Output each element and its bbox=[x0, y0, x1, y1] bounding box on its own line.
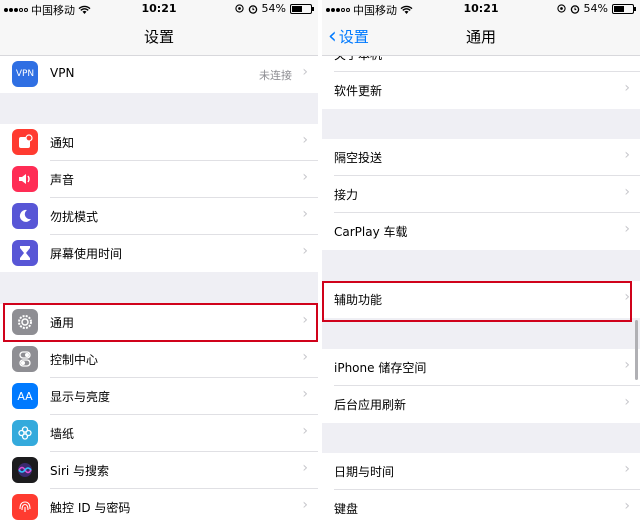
vpn-icon: VPN bbox=[12, 61, 38, 87]
chevron-right-icon: › bbox=[624, 221, 630, 237]
page-title: 设置 bbox=[143, 28, 174, 46]
settings-row-iphone-storage[interactable]: iPhone 储存空间 › bbox=[322, 349, 640, 386]
alarm-icon bbox=[570, 4, 579, 14]
chevron-right-icon: › bbox=[302, 349, 308, 365]
chevron-right-icon: › bbox=[302, 312, 308, 328]
settings-row-airdrop[interactable]: 隔空投送 › bbox=[322, 139, 640, 176]
chevron-right-icon: › bbox=[302, 132, 308, 148]
sound-icon bbox=[12, 166, 38, 192]
chevron-left-icon: ‹ bbox=[328, 23, 337, 49]
flower-icon bbox=[12, 420, 38, 446]
status-right: 54% bbox=[556, 2, 636, 15]
location-icon bbox=[556, 4, 566, 13]
settings-row-accessibility[interactable]: 辅助功能 › bbox=[322, 281, 640, 318]
settings-row-software-update[interactable]: 软件更新 › bbox=[322, 72, 640, 109]
settings-row-display[interactable]: AA 显示与亮度 › bbox=[0, 378, 318, 415]
nav-bar: 通用 ‹ 设置 bbox=[322, 18, 640, 56]
row-label: 后台应用刷新 bbox=[334, 398, 407, 412]
chevron-right-icon: › bbox=[624, 184, 630, 200]
siri-icon bbox=[12, 457, 38, 483]
status-bar: 中国移动 10:21 54% bbox=[322, 0, 640, 18]
gear-icon bbox=[12, 309, 38, 335]
chevron-right-icon: › bbox=[624, 80, 630, 96]
row-label: 接力 bbox=[334, 188, 359, 202]
back-button[interactable]: ‹ 设置 bbox=[328, 23, 369, 49]
settings-row-do-not-disturb[interactable]: 勿扰模式 › bbox=[0, 198, 318, 235]
scroll-indicator[interactable] bbox=[635, 320, 638, 380]
settings-row-vpn[interactable]: VPN VPN 未连接 › bbox=[0, 56, 318, 93]
row-label: VPN bbox=[50, 66, 75, 80]
battery-fill bbox=[292, 5, 302, 12]
settings-row-date-time[interactable]: 日期与时间 › bbox=[322, 453, 640, 490]
notifications-icon bbox=[12, 129, 38, 155]
status-right: 54% bbox=[234, 2, 314, 15]
chevron-right-icon: › bbox=[302, 243, 308, 259]
chevron-right-icon: › bbox=[302, 460, 308, 476]
settings-row-screen-time[interactable]: 屏幕使用时间 › bbox=[0, 235, 318, 272]
vpn-status-value: 未连接 bbox=[259, 69, 292, 82]
location-icon bbox=[234, 4, 244, 13]
settings-row-general[interactable]: 通用 › bbox=[0, 304, 318, 341]
settings-row-control-center[interactable]: 控制中心 › bbox=[0, 341, 318, 378]
status-bar: 中国移动 10:21 54% bbox=[0, 0, 318, 18]
nav-bar: 设置 bbox=[0, 18, 318, 56]
row-label: 通知 bbox=[50, 136, 75, 150]
settings-row-background-refresh[interactable]: 后台应用刷新 › bbox=[322, 386, 640, 423]
settings-row-handoff[interactable]: 接力 › bbox=[322, 176, 640, 213]
back-label: 设置 bbox=[338, 28, 369, 46]
alarm-icon bbox=[248, 4, 257, 14]
row-label: 显示与亮度 bbox=[50, 390, 111, 404]
settings-row-siri[interactable]: Siri 与搜索 › bbox=[0, 452, 318, 489]
page-title: 通用 bbox=[465, 28, 496, 46]
row-label: CarPlay 车载 bbox=[334, 225, 408, 239]
chevron-right-icon: › bbox=[302, 497, 308, 513]
battery-percent: 54% bbox=[261, 2, 286, 15]
row-label: 辅助功能 bbox=[334, 293, 383, 307]
fingerprint-icon bbox=[12, 494, 38, 520]
chevron-right-icon: › bbox=[624, 357, 630, 373]
toggles-icon bbox=[12, 346, 38, 372]
chevron-right-icon: › bbox=[302, 206, 308, 222]
settings-row-carplay[interactable]: CarPlay 车载 › bbox=[322, 213, 640, 250]
display-icon: AA bbox=[12, 383, 38, 409]
battery-percent: 54% bbox=[583, 2, 608, 15]
row-label: 隔空投送 bbox=[334, 151, 383, 165]
settings-screen: 中国移动 10:21 54% 设置 VPN VPN 未连接 › 通知 › 声音 bbox=[0, 0, 318, 523]
moon-icon bbox=[12, 203, 38, 229]
row-label: iPhone 储存空间 bbox=[334, 361, 427, 375]
hourglass-icon bbox=[12, 240, 38, 266]
row-label: 声音 bbox=[50, 173, 75, 187]
battery-fill bbox=[614, 5, 624, 12]
settings-row-keyboard[interactable]: 键盘 › bbox=[322, 490, 640, 523]
battery-icon bbox=[612, 3, 636, 14]
settings-row-wallpaper[interactable]: 墙纸 › bbox=[0, 415, 318, 452]
chevron-right-icon: › bbox=[624, 147, 630, 163]
chevron-right-icon: › bbox=[624, 498, 630, 514]
general-screen: 关于本机 › 中国移动 10:21 54% 通用 ‹ 设置 软件更新 › 隔空投… bbox=[322, 0, 640, 523]
row-label: 墙纸 bbox=[50, 427, 75, 441]
row-label: 键盘 bbox=[334, 502, 359, 516]
chevron-right-icon: › bbox=[302, 169, 308, 185]
chevron-right-icon: › bbox=[302, 423, 308, 439]
chevron-right-icon: › bbox=[624, 289, 630, 305]
row-label: 控制中心 bbox=[50, 353, 99, 367]
settings-row-sound[interactable]: 声音 › bbox=[0, 161, 318, 198]
chevron-right-icon: › bbox=[302, 64, 308, 80]
chevron-right-icon: › bbox=[302, 386, 308, 402]
row-label: 触控 ID 与密码 bbox=[50, 501, 131, 515]
row-label: 勿扰模式 bbox=[50, 210, 99, 224]
row-label: 软件更新 bbox=[334, 84, 383, 98]
chevron-right-icon: › bbox=[624, 394, 630, 410]
row-label: 通用 bbox=[50, 316, 75, 330]
settings-row-touch-id[interactable]: 触控 ID 与密码 › bbox=[0, 489, 318, 523]
row-label: Siri 与搜索 bbox=[50, 464, 110, 478]
battery-icon bbox=[290, 3, 314, 14]
row-label: 屏幕使用时间 bbox=[50, 247, 123, 261]
row-label: 日期与时间 bbox=[334, 465, 395, 479]
chevron-right-icon: › bbox=[624, 461, 630, 477]
settings-row-notifications[interactable]: 通知 › bbox=[0, 124, 318, 161]
